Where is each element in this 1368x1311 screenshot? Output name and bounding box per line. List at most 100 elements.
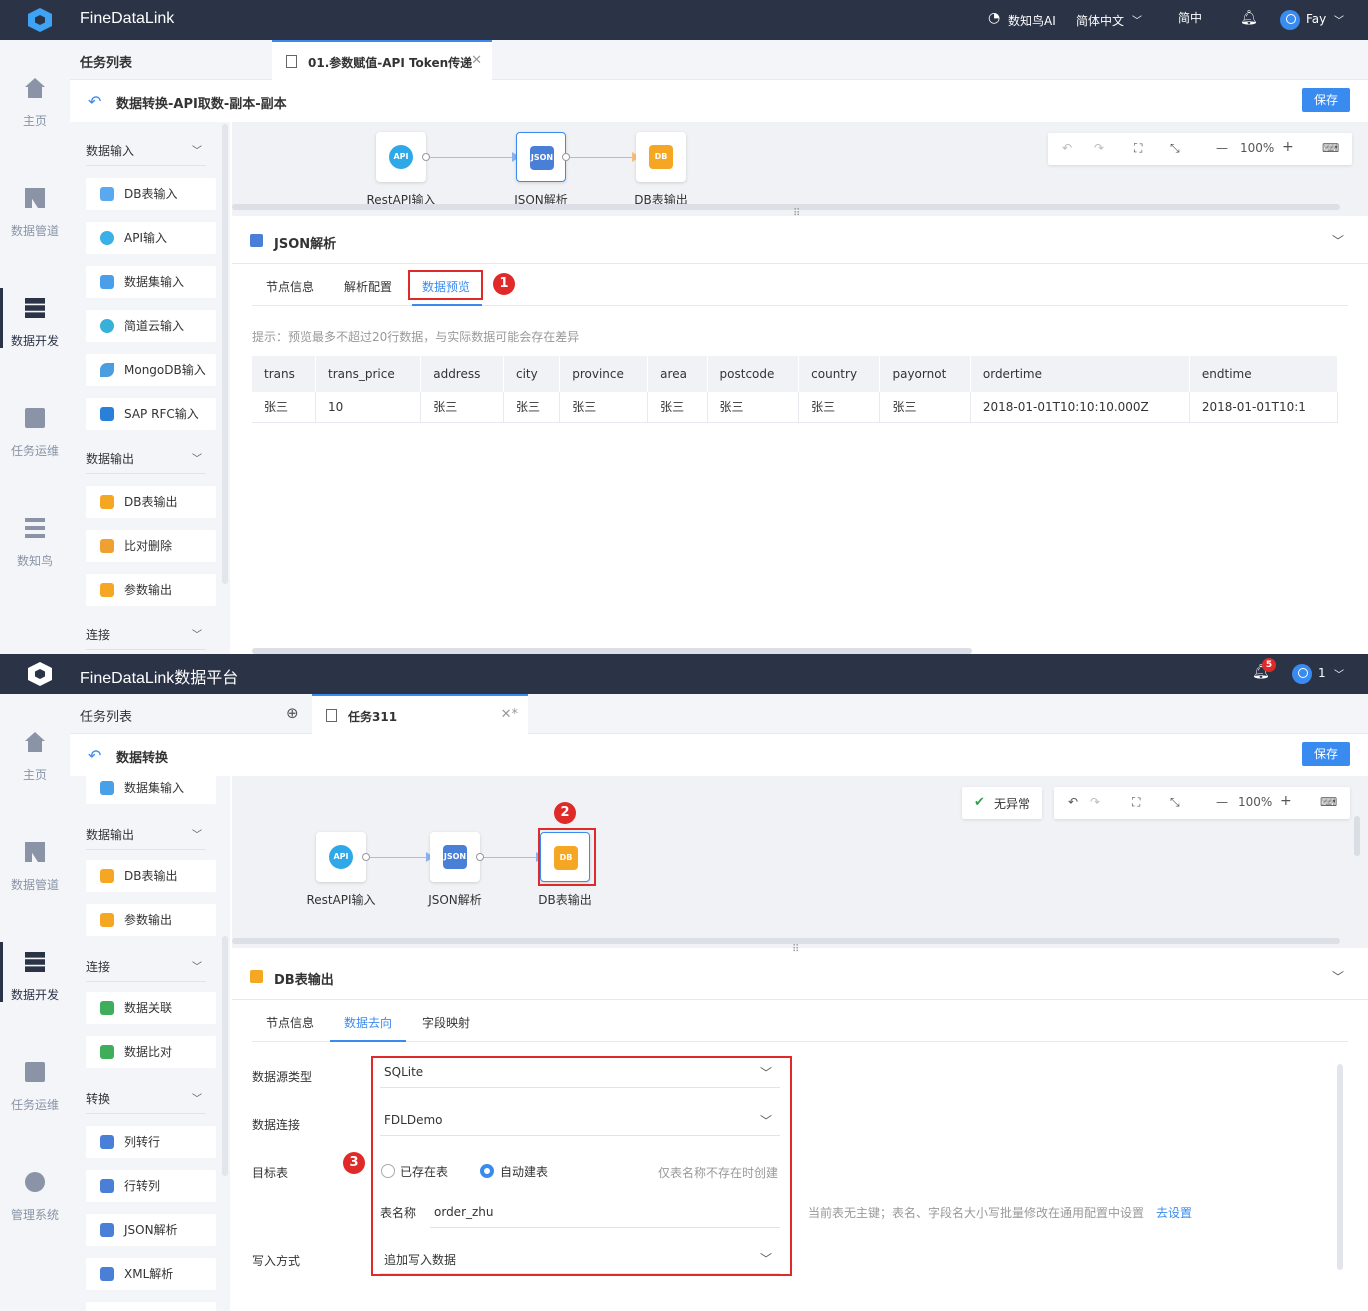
tab-node-info[interactable]: 节点信息	[266, 1014, 314, 1031]
zoom-out-icon[interactable]: —	[1216, 795, 1228, 809]
compare-icon	[100, 1045, 114, 1059]
close-icon[interactable]: ✕	[471, 53, 482, 68]
app-brand: FineDataLink	[80, 10, 175, 27]
component-dataset-input[interactable]: 数据集输入	[86, 266, 216, 298]
user-name[interactable]: Fay	[1306, 12, 1326, 26]
avatar[interactable]	[1280, 10, 1300, 30]
tab-field-mapping[interactable]: 字段映射	[422, 1014, 470, 1031]
output-port[interactable]	[562, 153, 570, 161]
component-next[interactable]	[86, 1302, 216, 1311]
component-data-join[interactable]: 数据关联	[86, 992, 216, 1024]
output-port[interactable]	[362, 853, 370, 861]
zoom-in-icon[interactable]: +	[1282, 139, 1294, 155]
group-connection[interactable]: 连接 ﹀	[86, 958, 206, 982]
component-sap-input[interactable]: SAP RFC输入	[86, 398, 216, 430]
tab-node-info[interactable]: 节点信息	[266, 278, 314, 295]
zoom-out-icon[interactable]: —	[1216, 141, 1228, 155]
status-indicator[interactable]: ✔ 无异常	[962, 787, 1042, 819]
tab-open-task[interactable]: 01.参数赋值-API Token传递 ✕	[272, 40, 492, 80]
output-port[interactable]	[476, 853, 484, 861]
flow-canvas[interactable]: API JSON DB RestAPI输入 JSON解析 DB表输出 ↶ ↷ ⛶…	[232, 122, 1368, 216]
node-restapi-input[interactable]: API	[316, 832, 366, 882]
redo-icon[interactable]: ↷	[1090, 795, 1100, 809]
nav-task-ops[interactable]: 任务运维	[0, 408, 70, 488]
chevron-down-icon: ﹀	[192, 830, 202, 841]
layout-icon[interactable]: ⤡	[1170, 795, 1180, 810]
redo-icon[interactable]: ↷	[1094, 141, 1104, 155]
component-jiandaoyun-input[interactable]: 简道云输入	[86, 310, 216, 342]
nav-pipeline[interactable]: 数据管道	[0, 842, 70, 922]
keyboard-icon[interactable]: ⌨	[1320, 795, 1337, 809]
canvas-vscrollbar[interactable]	[1354, 816, 1360, 856]
nav-data-dev[interactable]: 数据开发	[0, 288, 70, 378]
component-col-to-row[interactable]: 列转行	[86, 1126, 216, 1158]
sidebar-scrollbar[interactable]	[222, 936, 228, 1176]
layout-icon[interactable]: ⤡	[1170, 141, 1180, 156]
component-param-output[interactable]: 参数输出	[86, 904, 216, 936]
nav-task-ops[interactable]: 任务运维	[0, 1062, 70, 1142]
task-list-label[interactable]: 任务列表	[80, 52, 132, 71]
fit-view-icon[interactable]: ⛶	[1132, 795, 1140, 810]
nav-admin[interactable]: 管理系统	[0, 1172, 70, 1252]
keyboard-icon[interactable]: ⌨	[1322, 141, 1339, 155]
screenshot-panel-1: FineDataLink 数知鸟AI ◔ 简体中文 ﹀ 简中 🔔︎ Fay ﹀ …	[0, 0, 1368, 654]
back-icon[interactable]: ↶	[88, 746, 101, 765]
component-row-to-col[interactable]: 行转列	[86, 1170, 216, 1202]
component-param-output[interactable]: 参数输出	[86, 574, 216, 606]
nav-home[interactable]: 主页	[0, 732, 70, 812]
component-db-output[interactable]: DB表输出	[86, 860, 216, 892]
go-settings-link[interactable]: 去设置	[1156, 1204, 1192, 1221]
tab-open-task[interactable]: 任务311 ✕*	[312, 694, 528, 734]
row-icon	[100, 1179, 114, 1193]
canvas-scrollbar[interactable]	[232, 204, 1340, 210]
canvas-scrollbar[interactable]	[232, 938, 1340, 944]
language-select[interactable]: 简体中文	[1076, 12, 1124, 29]
ai-assistant-link[interactable]: 数知鸟AI	[1008, 12, 1056, 29]
component-mongodb-input[interactable]: MongoDB输入	[86, 354, 216, 386]
back-icon[interactable]: ↶	[88, 92, 101, 111]
group-data-output[interactable]: 数据输出 ﹀	[86, 826, 206, 850]
flow-canvas[interactable]: ✔ 无异常 ↶ ↷ ⛶ ⤡ — 100% + ⌨ API JSON DB 2 R…	[232, 776, 1368, 948]
component-dataset-input[interactable]: 数据集输入	[86, 776, 216, 804]
bell-icon[interactable]: 🔔︎	[1240, 10, 1258, 26]
component-api-input[interactable]: API输入	[86, 222, 216, 254]
node-db-output[interactable]: DB	[636, 132, 686, 182]
component-db-input[interactable]: DB表输入	[86, 178, 216, 210]
sidebar-scrollbar[interactable]	[222, 124, 228, 584]
nav-pipeline[interactable]: 数据管道	[0, 188, 70, 268]
undo-icon[interactable]: ↶	[1062, 141, 1072, 155]
component-db-output[interactable]: DB表输出	[86, 486, 216, 518]
group-data-output[interactable]: 数据输出 ﹀	[86, 450, 206, 474]
component-json-parse[interactable]: JSON解析	[86, 1214, 216, 1246]
top-bar: FineDataLink数据平台 🔔︎ 5 1 ﹀	[0, 654, 1368, 694]
group-data-input[interactable]: 数据输入 ﹀	[86, 142, 206, 166]
save-button[interactable]: 保存	[1302, 742, 1350, 766]
group-transform[interactable]: 转换 ﹀	[86, 1090, 206, 1114]
tab-data-destination[interactable]: 数据去向	[344, 1014, 392, 1031]
add-task-icon[interactable]: ⊕	[286, 704, 299, 722]
node-json-parse[interactable]: JSON	[516, 132, 566, 182]
tab-parse-config[interactable]: 解析配置	[344, 278, 392, 295]
node-json-parse[interactable]: JSON	[430, 832, 480, 882]
zoom-in-icon[interactable]: +	[1280, 793, 1292, 809]
component-data-compare[interactable]: 数据比对	[86, 1036, 216, 1068]
node-restapi-input[interactable]: API	[376, 132, 426, 182]
form-scrollbar[interactable]	[1337, 1064, 1343, 1270]
nav-home[interactable]: 主页	[0, 78, 70, 158]
component-xml-parse[interactable]: XML解析	[86, 1258, 216, 1290]
output-port[interactable]	[422, 153, 430, 161]
region-toggle[interactable]: 简中	[1178, 9, 1202, 26]
chevron-down-icon[interactable]: ﹀	[1332, 968, 1344, 985]
avatar[interactable]	[1292, 664, 1312, 684]
fit-view-icon[interactable]: ⛶	[1134, 141, 1142, 156]
task-list-label[interactable]: 任务列表	[80, 706, 132, 725]
save-button[interactable]: 保存	[1302, 88, 1350, 112]
chevron-down-icon[interactable]: ﹀	[1332, 232, 1344, 249]
nav-shuzhiniao[interactable]: 数知鸟	[0, 518, 70, 598]
undo-icon[interactable]: ↶	[1068, 795, 1078, 809]
user-name[interactable]: 1	[1318, 666, 1326, 680]
close-icon[interactable]: ✕*	[501, 707, 518, 722]
group-connection[interactable]: 连接 ﹀	[86, 626, 206, 650]
nav-data-dev[interactable]: 数据开发	[0, 942, 70, 1032]
component-compare-delete[interactable]: 比对删除	[86, 530, 216, 562]
